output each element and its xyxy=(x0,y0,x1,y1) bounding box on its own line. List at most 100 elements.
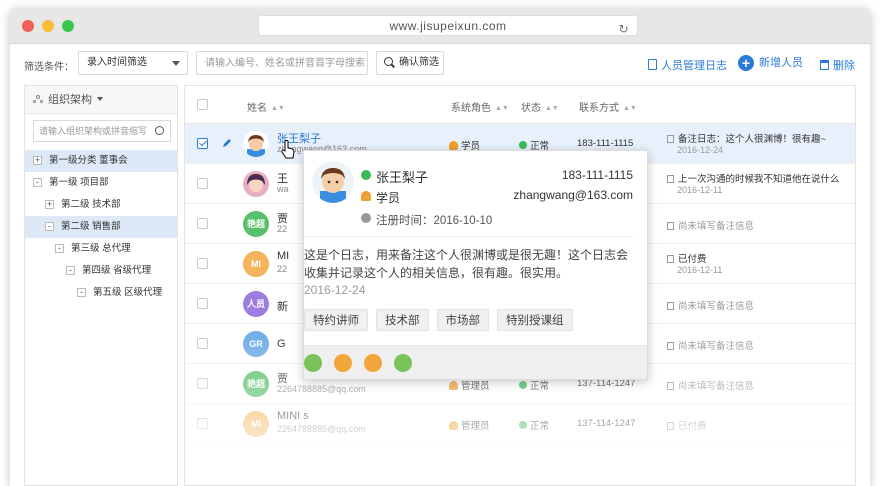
minimize-window-button[interactable] xyxy=(42,20,54,32)
expand-toggle-icon[interactable]: + xyxy=(33,156,42,165)
member-note[interactable]: 尚未填写备注信息 xyxy=(667,298,754,312)
org-search-input[interactable] xyxy=(33,120,171,142)
maximize-window-button[interactable] xyxy=(62,20,74,32)
collapse-toggle-icon[interactable]: - xyxy=(77,288,86,297)
member-search-input[interactable] xyxy=(196,51,368,75)
org-chart-icon xyxy=(33,95,44,104)
filter-toolbar: 筛选条件： 录入时间筛选 确认筛选 人员管理日志 + 新增人员 删除 xyxy=(10,44,870,84)
achievement-badge-icon[interactable] xyxy=(364,354,382,372)
filter-select[interactable]: 录入时间筛选 xyxy=(78,51,188,75)
filter-label: 筛选条件： xyxy=(24,62,74,73)
row-checkbox[interactable] xyxy=(197,378,208,389)
note-icon xyxy=(667,255,674,263)
member-phone: 183-111-1115 xyxy=(577,138,634,149)
member-note[interactable]: 已付费 xyxy=(667,418,707,432)
document-icon xyxy=(648,59,657,70)
tree-node[interactable]: + 第二级 技术部 xyxy=(25,194,177,216)
delete-button[interactable]: 删除 xyxy=(820,57,855,73)
row-checkbox[interactable] xyxy=(197,338,208,349)
status-dot-icon xyxy=(519,141,527,149)
member-name[interactable]: G xyxy=(277,338,286,350)
search-icon[interactable] xyxy=(155,126,164,135)
note-icon xyxy=(667,175,674,183)
tree-node[interactable]: + 第一级分类 董事会 xyxy=(25,150,177,172)
add-member-button[interactable]: + 新增人员 xyxy=(738,54,803,72)
url-text: www.jisupeixun.com xyxy=(389,19,507,33)
tree-node-label: 第四级 省级代理 xyxy=(82,265,152,276)
member-log-link[interactable]: 人员管理日志 xyxy=(648,57,727,73)
popup-log-text: 这是个日志，用来备注这个人很渊博或是很无趣！这个日志会收集并记录这个人的相关信息… xyxy=(304,248,629,280)
collapse-toggle-icon[interactable]: - xyxy=(45,222,54,231)
table-header: 姓名 ▲▼ 系统角色 ▲▼ 状态 ▲▼ 联系方式 ▲▼ xyxy=(185,86,855,124)
tag-chip[interactable]: 特约讲师 xyxy=(304,309,368,331)
row-checkbox[interactable] xyxy=(197,138,208,149)
column-header-role[interactable]: 系统角色 ▲▼ xyxy=(451,99,509,114)
tag-chip[interactable]: 市场部 xyxy=(436,309,489,331)
table-row[interactable]: MI MINI s 2264788885@qq.com 管理员 正常 137-1… xyxy=(185,404,855,444)
member-note-date: 2016-12-11 xyxy=(677,265,723,275)
member-email: 22 xyxy=(277,224,288,234)
row-checkbox[interactable] xyxy=(197,258,208,269)
filter-select-value: 录入时间筛选 xyxy=(87,57,147,68)
tree-node[interactable]: - 第二级 销售部 xyxy=(25,216,177,238)
avatar-cartoon-icon xyxy=(247,135,265,157)
tree-node[interactable]: - 第三级 总代理 xyxy=(25,238,177,260)
member-note[interactable]: 尚未填写备注信息 xyxy=(667,338,754,352)
row-checkbox[interactable] xyxy=(197,178,208,189)
clock-icon xyxy=(361,213,371,223)
popup-member-name: 张王梨子 xyxy=(376,170,429,185)
member-note[interactable]: 尚未填写备注信息 xyxy=(667,378,754,392)
member-note[interactable]: 上一次沟通的时候我不知道他在说什么 xyxy=(667,171,840,185)
member-note[interactable]: 已付费 xyxy=(667,251,707,265)
achievement-badge-icon[interactable] xyxy=(334,354,352,372)
column-header-contact[interactable]: 联系方式 ▲▼ xyxy=(579,99,637,114)
member-name[interactable]: MINI s xyxy=(277,410,309,422)
achievement-badge-icon[interactable] xyxy=(304,354,322,372)
avatar: 艳超 xyxy=(243,371,269,397)
collapse-toggle-icon[interactable]: - xyxy=(66,266,75,275)
achievement-badge-icon[interactable] xyxy=(394,354,412,372)
user-role-icon xyxy=(449,141,458,150)
popup-log-date: 2016-12-24 xyxy=(304,283,366,297)
column-header-label: 状态 xyxy=(521,103,541,114)
status-dot-icon xyxy=(519,421,527,429)
org-panel-title: 组织架构 xyxy=(48,94,92,106)
member-note[interactable]: 备注日志：这个人很渊博！很有趣~ xyxy=(667,131,826,145)
sort-icon: ▲▼ xyxy=(623,105,637,112)
address-bar[interactable]: www.jisupeixun.com ↻ xyxy=(258,15,638,36)
tag-chip[interactable]: 特别授课组 xyxy=(497,309,573,331)
member-note-text: 备注日志：这个人很渊博！很有趣~ xyxy=(678,134,827,145)
edit-pencil-icon[interactable] xyxy=(222,138,232,148)
tree-node[interactable]: - 第一级 项目部 xyxy=(25,172,177,194)
member-email: wa xyxy=(277,184,289,194)
avatar: 人员 xyxy=(243,291,269,317)
popup-avatar xyxy=(312,161,354,203)
close-window-button[interactable] xyxy=(22,20,34,32)
select-all-checkbox[interactable] xyxy=(197,99,208,110)
member-name[interactable]: 新 xyxy=(277,298,288,314)
member-name[interactable]: MI xyxy=(277,250,289,262)
row-checkbox[interactable] xyxy=(197,298,208,309)
row-checkbox[interactable] xyxy=(197,218,208,229)
tree-node[interactable]: - 第四级 省级代理 xyxy=(25,260,177,282)
expand-toggle-icon[interactable]: + xyxy=(45,200,54,209)
tag-chip[interactable]: 技术部 xyxy=(376,309,429,331)
delete-label: 删除 xyxy=(833,60,855,72)
collapse-toggle-icon[interactable]: - xyxy=(33,178,42,187)
org-panel-header[interactable]: 组织架构 xyxy=(25,86,177,114)
member-role-label: 管理员 xyxy=(461,381,490,392)
collapse-toggle-icon[interactable]: - xyxy=(55,244,64,253)
column-header-name[interactable]: 姓名 ▲▼ xyxy=(247,99,285,114)
member-note[interactable]: 尚未填写备注信息 xyxy=(667,218,754,232)
status-dot-icon xyxy=(361,170,371,180)
reload-icon[interactable]: ↻ xyxy=(618,19,629,39)
row-checkbox[interactable] xyxy=(197,418,208,429)
confirm-filter-button[interactable]: 确认筛选 xyxy=(376,51,444,75)
avatar-cartoon-icon xyxy=(312,161,354,203)
sort-icon: ▲▼ xyxy=(271,105,285,112)
popup-badge-bar xyxy=(304,345,647,379)
tree-node[interactable]: - 第五级 区级代理 xyxy=(25,282,177,304)
note-icon xyxy=(667,302,674,310)
column-header-status[interactable]: 状态 ▲▼ xyxy=(521,99,559,114)
member-note-text: 尚未填写备注信息 xyxy=(678,301,755,312)
